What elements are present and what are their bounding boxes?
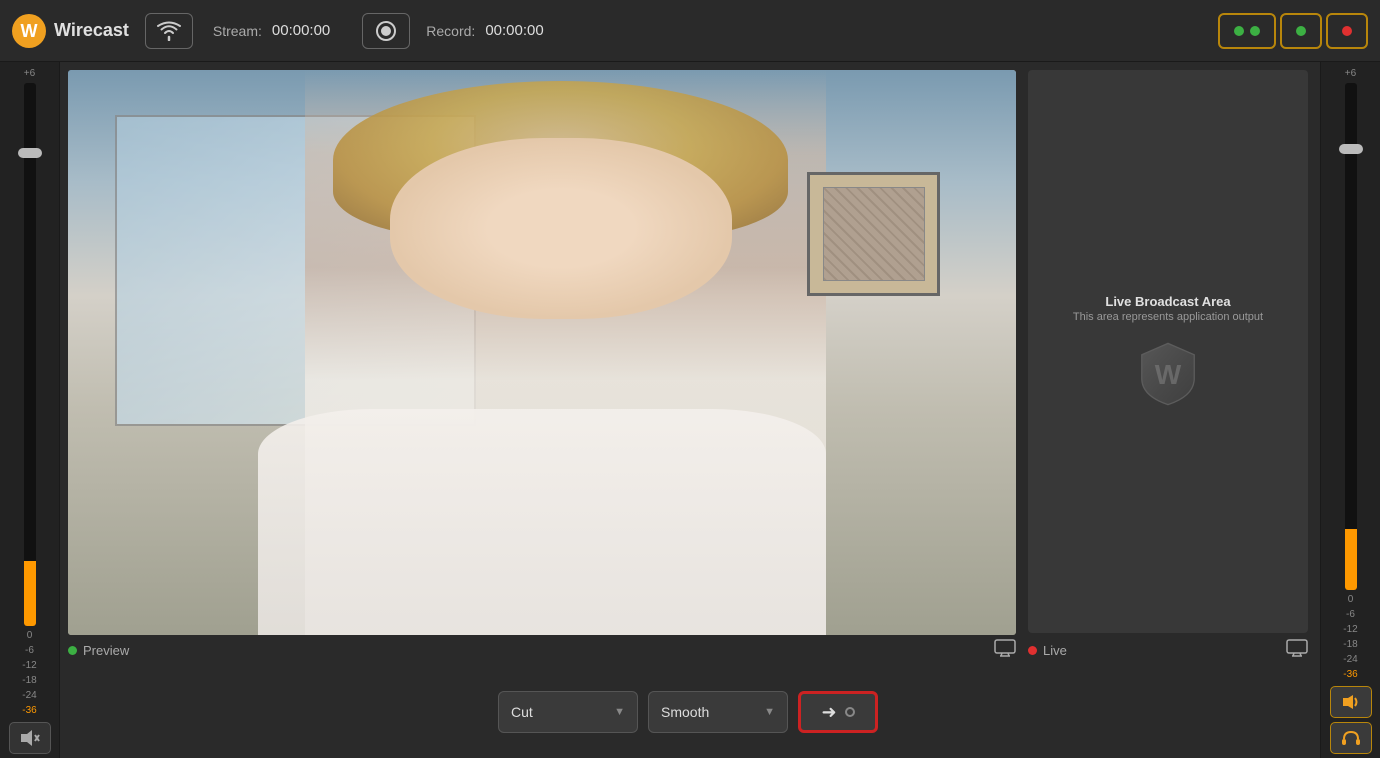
live-panel: Live Broadcast Area This area represents…	[1028, 70, 1308, 662]
header: W Wirecast Stream: 00:00:00 Record: 00:0…	[0, 0, 1380, 62]
shirt	[258, 409, 827, 635]
cut-arrow-icon: ▼	[614, 706, 625, 718]
mute-icon-left	[19, 729, 41, 747]
left-meter-bar[interactable]	[24, 83, 36, 626]
live-dot	[1028, 646, 1037, 655]
speaker-button[interactable]	[1330, 686, 1372, 718]
record-button[interactable]	[362, 13, 410, 49]
svg-text:W: W	[21, 21, 38, 41]
preview-video	[68, 70, 1016, 635]
record-icon	[374, 19, 398, 43]
go-arrow-icon: ➜	[821, 702, 836, 723]
right-meter-container	[1321, 81, 1380, 592]
right-meter-minus36: -36	[1343, 669, 1357, 680]
status-buttons	[1218, 13, 1368, 49]
app-title: Wirecast	[54, 20, 129, 41]
left-meter-plus6: +6	[24, 68, 35, 79]
headphones-icon	[1340, 729, 1362, 747]
stream-section: Stream: 00:00:00	[213, 22, 330, 39]
wirecast-watermark: W	[1133, 339, 1203, 409]
right-meter-fill	[1345, 529, 1357, 590]
preview-live-row: Preview Live Broadcast Area	[68, 70, 1308, 662]
left-meter-0: 0	[27, 630, 33, 641]
wifi-button[interactable]	[145, 13, 193, 49]
status-button-1[interactable]	[1218, 13, 1276, 49]
left-meter-minus36: -36	[22, 705, 36, 716]
left-audio-meter: +6 0 -6 -12 -18 -24 -36	[0, 62, 60, 758]
cut-dropdown[interactable]: Cut ▼	[498, 691, 638, 733]
right-meter-thumb[interactable]	[1339, 144, 1363, 154]
smooth-arrow-icon: ▼	[764, 706, 775, 718]
live-broadcast-area: Live Broadcast Area This area represents…	[1028, 70, 1308, 633]
live-broadcast-subtitle: This area represents application output	[1073, 311, 1263, 323]
content-area: Preview Live Broadcast Area	[60, 62, 1320, 758]
dot-red-1	[1342, 26, 1352, 36]
video-simulation	[68, 70, 1016, 635]
right-meter-minus24: -24	[1343, 654, 1357, 665]
stream-label: Stream:	[213, 23, 262, 39]
go-button[interactable]: ➜	[798, 691, 878, 733]
left-meter-fill	[24, 561, 36, 626]
dot-green-2	[1250, 26, 1260, 36]
right-meter-buttons	[1330, 686, 1372, 754]
left-meter-minus24: -24	[22, 690, 36, 701]
wifi-icon	[155, 21, 183, 41]
status-button-2[interactable]	[1280, 13, 1322, 49]
right-meter-bar[interactable]	[1345, 83, 1357, 590]
preview-dot	[68, 646, 77, 655]
wall-picture	[807, 172, 940, 296]
live-monitor-icon[interactable]	[1286, 639, 1308, 662]
live-text: Live	[1043, 643, 1067, 658]
preview-panel: Preview	[68, 70, 1016, 662]
picture-content	[823, 187, 924, 282]
live-label: Live	[1028, 643, 1067, 658]
right-meter-0: 0	[1348, 594, 1354, 605]
left-meter-minus6: -6	[25, 645, 34, 656]
preview-footer: Preview	[68, 639, 1016, 662]
preview-monitor-icon[interactable]	[994, 639, 1016, 662]
status-button-3[interactable]	[1326, 13, 1368, 49]
right-meter-plus6: +6	[1345, 68, 1356, 79]
record-label: Record:	[426, 23, 475, 39]
face	[390, 138, 731, 319]
right-meter-minus18: -18	[1343, 639, 1357, 650]
monitor-icon	[994, 639, 1016, 657]
headphones-button[interactable]	[1330, 722, 1372, 754]
live-footer: Live	[1028, 639, 1308, 662]
smooth-label: Smooth	[661, 704, 709, 720]
record-section: Record: 00:00:00	[426, 22, 543, 39]
right-meter-minus12: -12	[1343, 624, 1357, 635]
transition-row: Cut ▼ Smooth ▼ ➜	[68, 670, 1308, 750]
svg-text:W: W	[1155, 359, 1182, 390]
right-audio-meter: +6 0 -6 -12 -18 -24 -36	[1320, 62, 1380, 758]
go-dot-icon	[845, 707, 855, 717]
cut-label: Cut	[511, 704, 533, 720]
left-meter-container	[0, 81, 59, 628]
record-timer: 00:00:00	[485, 22, 543, 39]
mute-button-left[interactable]	[9, 722, 51, 754]
wirecast-logo: W	[12, 14, 46, 48]
logo-area: W Wirecast	[12, 14, 129, 48]
right-meter-minus6: -6	[1346, 609, 1355, 620]
dot-green-1	[1234, 26, 1244, 36]
dot-green-3	[1296, 26, 1306, 36]
speaker-icon	[1341, 694, 1361, 710]
left-meter-minus12: -12	[22, 660, 36, 671]
preview-text: Preview	[83, 643, 129, 658]
preview-label: Preview	[68, 643, 129, 658]
live-monitor-icon-svg	[1286, 639, 1308, 657]
left-meter-minus18: -18	[22, 675, 36, 686]
main: +6 0 -6 -12 -18 -24 -36	[0, 62, 1380, 758]
smooth-dropdown[interactable]: Smooth ▼	[648, 691, 788, 733]
left-meter-thumb[interactable]	[18, 148, 42, 158]
stream-timer: 00:00:00	[272, 22, 330, 39]
live-broadcast-title: Live Broadcast Area	[1105, 294, 1230, 309]
